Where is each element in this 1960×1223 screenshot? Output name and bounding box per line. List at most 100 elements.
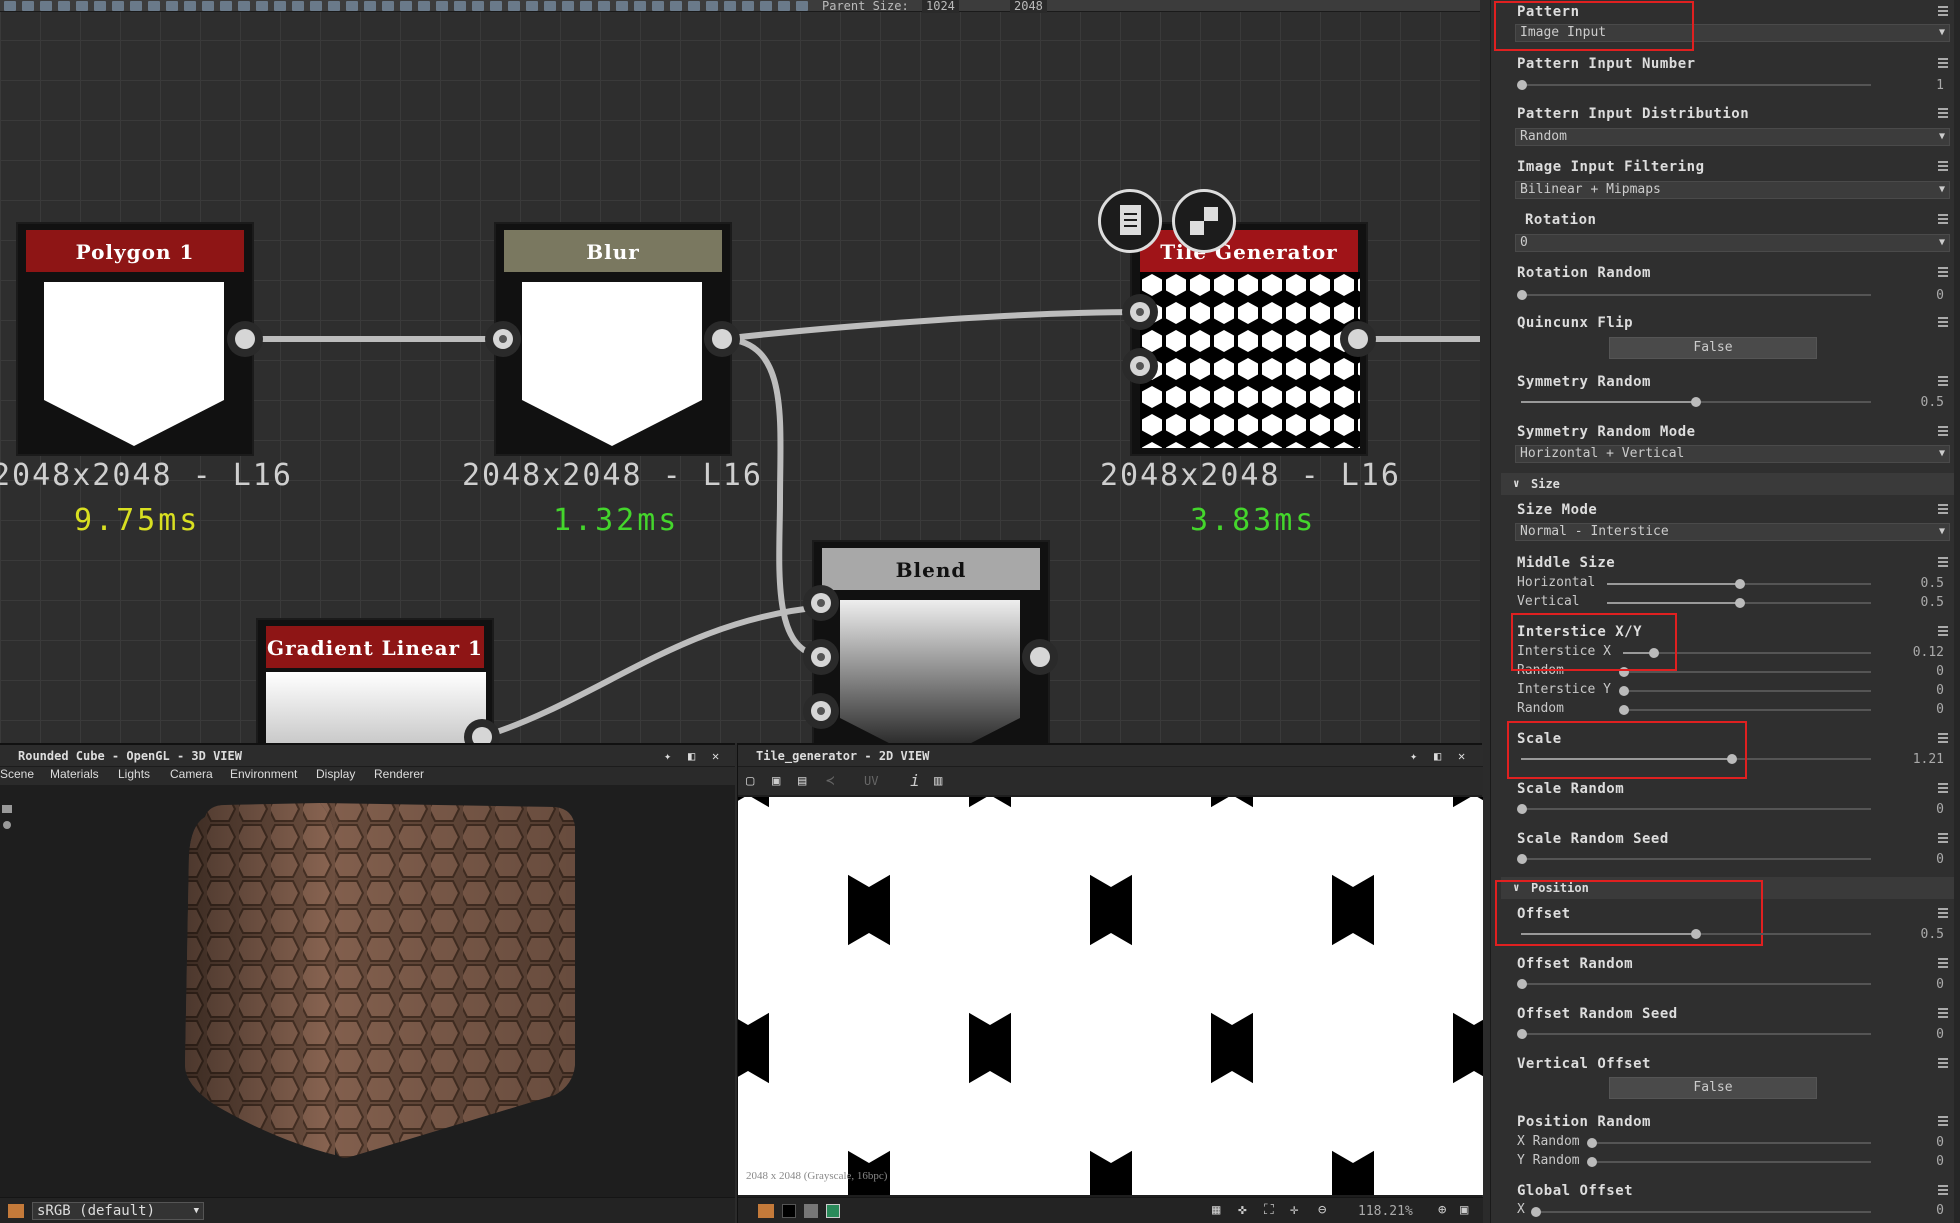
symmetry-random-value[interactable]: 0.5	[1921, 395, 1944, 410]
node-gradient-linear-1[interactable]: Gradient Linear 1	[256, 618, 494, 743]
zoom-level[interactable]: 118.21%	[1358, 1204, 1413, 1219]
slider-knob[interactable]	[1619, 705, 1629, 715]
uv-toggle[interactable]: UV	[864, 774, 878, 788]
param-menu-icon[interactable]	[1938, 108, 1952, 120]
layers-icon[interactable]	[758, 1204, 774, 1218]
input-port[interactable]	[485, 321, 521, 357]
slider-knob[interactable]	[1517, 1029, 1527, 1039]
input-port[interactable]	[1122, 294, 1158, 330]
menu-environment[interactable]: Environment	[230, 767, 297, 781]
save-icon[interactable]: ▣	[772, 773, 780, 789]
symmetry-random-slider[interactable]	[1521, 397, 1871, 407]
slider-knob[interactable]	[1517, 290, 1527, 300]
param-menu-icon[interactable]	[1938, 426, 1952, 438]
interstice-x-slider[interactable]	[1623, 648, 1871, 658]
middle-size-vertical-value[interactable]: 0.5	[1921, 595, 1944, 610]
param-menu-icon[interactable]	[1938, 6, 1952, 18]
param-menu-icon[interactable]	[1938, 1008, 1952, 1020]
input-port[interactable]	[803, 585, 839, 621]
vertical-offset-toggle[interactable]: False	[1609, 1077, 1817, 1099]
offset-random-seed-slider[interactable]	[1517, 1029, 1871, 1039]
lock-icon[interactable]: ▣	[1460, 1202, 1468, 1218]
offset-random-slider[interactable]	[1517, 979, 1871, 989]
interstice-x-random-slider[interactable]	[1619, 667, 1871, 677]
view-2d[interactable]: Tile_generator - 2D VIEW ✦ ◧ ✕ ▢ ▣ ▤ ≺ U…	[737, 743, 1483, 1223]
slider-knob[interactable]	[1531, 1207, 1541, 1217]
param-menu-icon[interactable]	[1938, 626, 1952, 638]
layers-icon[interactable]	[8, 1204, 24, 1218]
center-icon[interactable]: ✛	[1290, 1202, 1298, 1218]
histogram-icon[interactable]: ▥	[934, 773, 942, 789]
slider-knob[interactable]	[1691, 929, 1701, 939]
input-port[interactable]	[1122, 348, 1158, 384]
menu-scene[interactable]: Scene	[0, 767, 34, 781]
y-random-slider[interactable]	[1587, 1157, 1871, 1167]
interstice-x-value[interactable]: 0.12	[1913, 645, 1944, 660]
pattern-input-distribution-select[interactable]: Random ▼	[1515, 128, 1950, 146]
image-input-filtering-select[interactable]: Bilinear + Mipmaps ▼	[1515, 181, 1950, 199]
x-random-value[interactable]: 0	[1936, 1135, 1944, 1150]
rotation-random-slider[interactable]	[1517, 290, 1871, 300]
node-blend[interactable]: Blend	[812, 540, 1050, 743]
param-menu-icon[interactable]	[1938, 908, 1952, 920]
middle-size-horizontal-slider[interactable]	[1607, 579, 1871, 589]
pin-icon[interactable]: ✦	[664, 745, 671, 767]
image-bg-icon[interactable]	[826, 1204, 840, 1218]
param-menu-icon[interactable]	[1938, 376, 1952, 388]
pattern-select[interactable]: Image Input ▼	[1515, 24, 1950, 42]
pattern-input-number-slider[interactable]	[1517, 80, 1871, 90]
slider-knob[interactable]	[1727, 754, 1737, 764]
gray-bg-icon[interactable]	[804, 1204, 818, 1218]
input-port[interactable]	[803, 693, 839, 729]
fit-icon[interactable]: ⛶	[1264, 1202, 1274, 1218]
slider-knob[interactable]	[1517, 854, 1527, 864]
slider-knob[interactable]	[1735, 598, 1745, 608]
scale-random-slider[interactable]	[1517, 804, 1871, 814]
slider-knob[interactable]	[1619, 686, 1629, 696]
global-offset-x-slider[interactable]	[1531, 1207, 1871, 1217]
scale-slider[interactable]	[1521, 754, 1871, 764]
param-menu-icon[interactable]	[1938, 504, 1952, 516]
param-menu-icon[interactable]	[1938, 557, 1952, 569]
frame-icon[interactable]: ▢	[746, 773, 754, 789]
offset-random-seed-value[interactable]: 0	[1936, 1027, 1944, 1042]
slider-knob[interactable]	[1517, 804, 1527, 814]
transform-icon[interactable]: ✜	[1238, 1202, 1246, 1218]
param-menu-icon[interactable]	[1938, 783, 1952, 795]
y-random-value[interactable]: 0	[1936, 1154, 1944, 1169]
menu-materials[interactable]: Materials	[50, 767, 99, 781]
grid-icon[interactable]: ▦	[1212, 1202, 1220, 1218]
view-3d[interactable]: Rounded Cube - OpenGL - 3D VIEW ✦ ◧ ✕ Sc…	[0, 743, 735, 1223]
panel-scrollbar[interactable]	[1954, 0, 1960, 1223]
menu-lights[interactable]: Lights	[118, 767, 150, 781]
param-menu-icon[interactable]	[1938, 58, 1952, 70]
param-menu-icon[interactable]	[1938, 214, 1952, 226]
param-menu-icon[interactable]	[1938, 317, 1952, 329]
slider-knob[interactable]	[1735, 579, 1745, 589]
scale-random-seed-slider[interactable]	[1517, 854, 1871, 864]
node-blur[interactable]: Blur	[494, 222, 732, 456]
size-section-header[interactable]: ∨ Size	[1501, 473, 1960, 495]
node-tile-generator[interactable]: Tile Generator	[1130, 222, 1368, 456]
rotation-random-value[interactable]: 0	[1936, 288, 1944, 303]
scale-random-seed-value[interactable]: 0	[1936, 852, 1944, 867]
menu-display[interactable]: Display	[316, 767, 355, 781]
share-icon[interactable]: ≺	[826, 773, 834, 789]
interstice-x-random-value[interactable]: 0	[1936, 664, 1944, 679]
close-icon[interactable]: ✕	[1458, 745, 1465, 767]
param-menu-icon[interactable]	[1938, 733, 1952, 745]
slider-knob[interactable]	[1587, 1138, 1597, 1148]
interstice-y-random-slider[interactable]	[1619, 705, 1871, 715]
quincunx-flip-toggle[interactable]: False	[1609, 337, 1817, 359]
menu-camera[interactable]: Camera	[170, 767, 213, 781]
rotation-select[interactable]: 0 ▼	[1515, 234, 1950, 252]
node-polygon-1[interactable]: Polygon 1	[16, 222, 254, 456]
slider-knob[interactable]	[1619, 667, 1629, 677]
offset-value[interactable]: 0.5	[1921, 927, 1944, 942]
param-menu-icon[interactable]	[1938, 1058, 1952, 1070]
camera-icon[interactable]	[0, 801, 14, 841]
node-graph[interactable]: Parent Size: 1024 2048 Polygon 1 2048x20…	[0, 0, 1480, 743]
x-random-slider[interactable]	[1587, 1138, 1871, 1148]
size-mode-select[interactable]: Normal - Interstice ▼	[1515, 523, 1950, 541]
close-icon[interactable]: ✕	[712, 745, 719, 767]
